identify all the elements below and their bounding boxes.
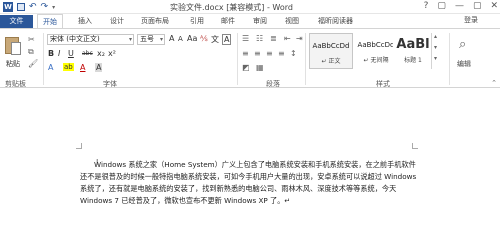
tab-foxit-reader[interactable]: 福昕阅读器 [318,16,353,26]
align-left-icon[interactable]: ≡ [242,49,249,58]
collapse-ribbon-icon[interactable]: ⌃ [491,79,497,87]
clear-formatting-button[interactable]: ⅍ [200,34,208,43]
styles-group-label: 样式 [376,80,390,88]
word-logo-icon: W [3,2,13,12]
text-effects-button[interactable]: A [48,63,53,72]
font-name-select[interactable]: 宋体 (中文正文) ▾ [47,34,134,45]
numbering-icon[interactable]: ☷ [256,34,263,43]
format-painter-icon[interactable]: 🖌 [28,59,38,68]
close-icon[interactable]: ✕ [490,1,498,11]
increase-indent-icon[interactable]: ⇥ [296,34,303,43]
shading-icon[interactable]: ◩ [242,63,250,72]
tab-review[interactable]: 审阅 [253,16,267,26]
minimize-icon[interactable]: — [455,1,464,11]
chevron-down-icon[interactable]: ▾ [432,44,439,51]
ribbon: 粘贴 ✂ ⧉ 🖌 剪贴板 宋体 (中文正文) ▾ 五号 ▾ A A Aa ⅍ 文 A… [0,28,500,88]
grow-font-button[interactable]: A [169,34,174,43]
tab-layout[interactable]: 页面布局 [141,16,169,26]
title-bar: W ↶ ↷ ▾ 实验文件.docx [兼容模式] - Word ? ▢ — ▢ … [0,0,500,14]
align-right-icon[interactable]: ≡ [266,49,273,58]
margin-marker-top-right [412,143,418,149]
tab-design[interactable]: 设计 [110,16,124,26]
style-normal[interactable]: AaBbCcDd ↵ 正文 [309,33,353,69]
paste-button-label[interactable]: 粘贴 [6,59,20,69]
paragraph-group-label: 段落 [266,80,280,88]
cut-icon[interactable]: ✂ [28,35,35,44]
underline-button[interactable]: U [68,49,74,58]
style-no-spacing[interactable]: AaBbCcDd ↵ 无间隔 [354,33,398,69]
decrease-indent-icon[interactable]: ⇤ [284,34,291,43]
line-spacing-icon[interactable]: ↕ [290,49,297,58]
superscript-button[interactable]: x² [108,49,116,58]
font-group-label: 字体 [103,80,117,88]
tab-home[interactable]: 开始 [37,14,63,29]
document-area[interactable]: Ι Windows 系统之家（Home System）广义上包含了电脑系统安装和… [0,89,500,243]
shrink-font-button[interactable]: A [178,35,183,43]
character-border-button[interactable]: A [222,34,232,45]
justify-icon[interactable]: ≡ [278,49,285,58]
strikethrough-button[interactable]: abc [82,50,93,57]
phonetic-guide-button[interactable]: 文 [211,34,219,45]
bold-button[interactable]: B [48,49,54,58]
character-shading-button[interactable]: A [95,63,103,72]
find-icon[interactable]: ⌕ [459,37,466,52]
paste-icon[interactable] [5,34,23,56]
editing-button-label[interactable]: 编辑 [457,59,471,69]
maximize-icon[interactable]: ▢ [473,1,482,11]
quick-access-toolbar: W ↶ ↷ ▾ [3,2,59,12]
style-heading-1[interactable]: AaBl 标题 1 [393,33,433,69]
italic-button[interactable]: I [58,49,60,58]
document-body-text[interactable]: Windows 系统之家（Home System）广义上包含了电脑系统安装和手机… [80,159,420,207]
more-styles-icon[interactable]: ▾ [432,55,439,62]
window-controls: ? ▢ — ▢ ✕ [424,1,498,11]
help-icon[interactable]: ? [424,1,429,11]
multilevel-list-icon[interactable]: ≣ [270,34,277,43]
borders-icon[interactable]: ▦ [256,63,264,72]
copy-icon[interactable]: ⧉ [28,47,34,57]
ribbon-display-icon[interactable]: ▢ [437,1,446,11]
styles-gallery-scroll[interactable]: ▴ ▾ ▾ [431,33,439,69]
tab-references[interactable]: 引用 [190,16,204,26]
clipboard-group-label: 剪贴板 [5,80,26,88]
tab-mailings[interactable]: 邮件 [221,16,235,26]
subscript-button[interactable]: x₂ [97,49,105,58]
font-color-button[interactable]: A [80,63,85,72]
tab-view[interactable]: 视图 [285,16,299,26]
redo-icon[interactable]: ↷ [41,2,49,12]
tab-insert[interactable]: 插入 [78,16,92,26]
ribbon-tabs: 开始 插入 设计 页面布局 引用 邮件 审阅 视图 福昕阅读器 [0,14,500,29]
tab-file[interactable]: 文件 [0,15,33,28]
highlight-button[interactable]: ab [63,63,74,71]
margin-marker-top-left [76,143,82,149]
font-size-select[interactable]: 五号 ▾ [137,34,165,45]
window-title: 实验文件.docx [兼容模式] - Word [170,3,293,12]
customize-qa-icon[interactable]: ▾ [52,4,55,11]
center-icon[interactable]: ≡ [254,49,261,58]
chevron-up-icon[interactable]: ▴ [432,33,439,40]
save-icon[interactable] [17,3,25,11]
undo-icon[interactable]: ↶ [29,2,37,12]
login-link[interactable]: 登录 [464,15,478,25]
bullets-icon[interactable]: ☰ [242,34,249,43]
change-case-button[interactable]: Aa [187,34,197,43]
